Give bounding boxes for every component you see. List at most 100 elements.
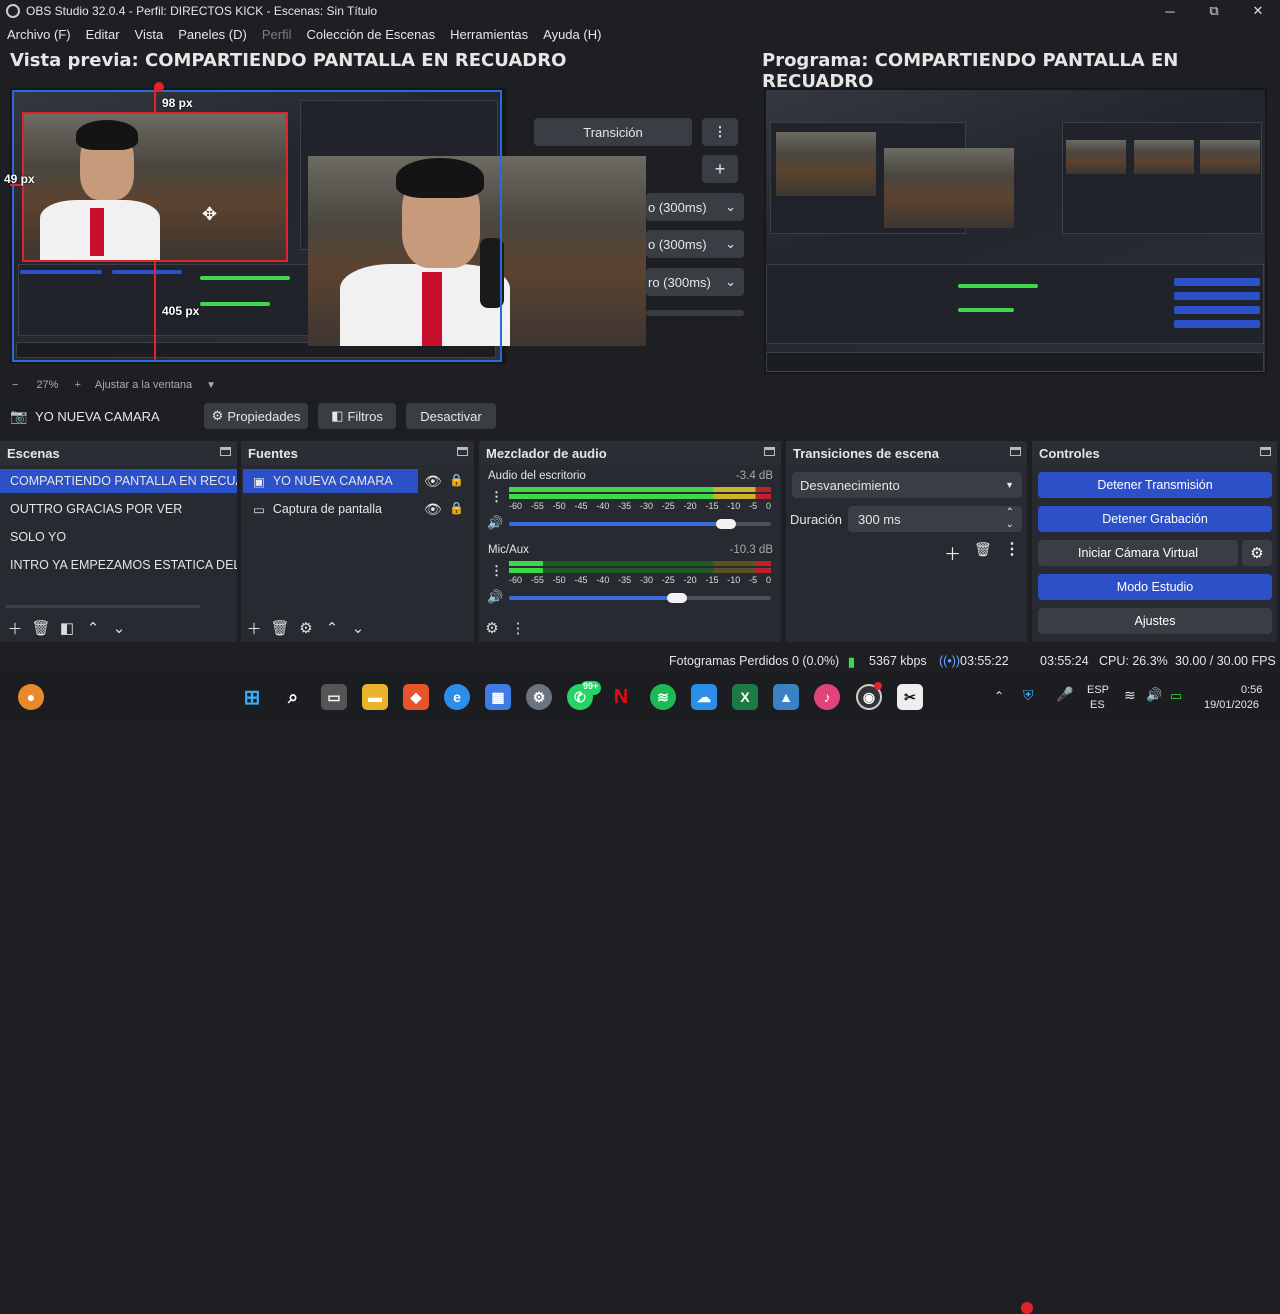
deactivate-button[interactable]: Desactivar	[406, 403, 496, 429]
menu-paneles[interactable]: Paneles (D)	[178, 27, 247, 42]
trash-icon[interactable]: 🗑	[28, 619, 54, 637]
caret-down-icon[interactable]: ▼	[206, 380, 216, 391]
excel-icon[interactable]: X	[732, 684, 758, 710]
onedrive-icon[interactable]: ☁	[691, 684, 717, 710]
undock-icon[interactable]	[457, 447, 468, 456]
wifi-icon[interactable]: ≋	[1124, 687, 1136, 704]
undock-icon[interactable]	[1260, 447, 1271, 456]
speaker-icon[interactable]: 🔊	[487, 589, 503, 605]
undock-icon[interactable]	[764, 447, 775, 456]
fit-window-label[interactable]: Ajustar a la ventana	[95, 379, 192, 391]
virtual-camera-button[interactable]: Iniciar Cámara Virtual	[1038, 540, 1238, 566]
filters-button[interactable]: ◧ Filtros	[318, 403, 396, 429]
language-indicator[interactable]: ESP	[1087, 684, 1109, 696]
kebab-icon[interactable]: ⋮	[490, 563, 503, 579]
shield-icon[interactable]: ⛨	[1023, 687, 1034, 704]
scene-item[interactable]: INTRO YA EMPEZAMOS ESTATICA DEL CA	[0, 553, 237, 577]
lock-icon[interactable]: 🔒	[449, 501, 464, 515]
store-icon[interactable]: ▦	[485, 684, 511, 710]
chevron-down-icon[interactable]: ⌄	[345, 619, 371, 637]
chevron-up-icon[interactable]: ⌃	[994, 689, 1004, 703]
quick-transition-2[interactable]: o (300ms) ⌄	[646, 230, 744, 258]
menu-vista[interactable]: Vista	[135, 27, 164, 42]
menu-perfil[interactable]: Perfil	[262, 27, 292, 42]
settings-button[interactable]: Ajustes	[1038, 608, 1272, 634]
studio-mode-button[interactable]: Modo Estudio	[1038, 574, 1272, 600]
chevron-down-icon[interactable]: ⌄	[106, 619, 132, 637]
photos-icon[interactable]: ▲	[773, 684, 799, 710]
brave-icon[interactable]: ◆	[403, 684, 429, 710]
capcut-icon[interactable]: ✂	[897, 684, 923, 710]
search-icon[interactable]: ⌕	[280, 684, 306, 710]
add-icon[interactable]: ＋	[2, 618, 28, 639]
source-item[interactable]: ▣ YO NUEVA CAMARA	[243, 469, 418, 493]
clock-date[interactable]: 19/01/2026	[1204, 699, 1259, 711]
volume-handle[interactable]	[716, 519, 737, 529]
eye-icon[interactable]: 👁	[424, 473, 442, 490]
add-quick-transition-button[interactable]: +	[702, 155, 738, 183]
scenes-scrollbar[interactable]	[6, 605, 200, 608]
clock-time[interactable]: 0:56	[1241, 684, 1262, 696]
transition-select[interactable]: Desvanecimiento ▼	[792, 472, 1022, 498]
kebab-icon[interactable]: ⋮	[1004, 539, 1020, 559]
spotify-icon[interactable]: ≋	[650, 684, 676, 710]
advanced-audio-icon[interactable]: ⚙	[479, 619, 505, 637]
stepper-icon[interactable]: ⌃ ⌄	[1006, 507, 1014, 531]
kebab-icon[interactable]: ⋮	[490, 489, 503, 505]
trash-icon[interactable]: 🗑	[974, 541, 992, 558]
menu-coleccion-escenas[interactable]: Colección de Escenas	[306, 27, 435, 42]
settings-icon[interactable]: ⚙	[526, 684, 552, 710]
close-button[interactable]: ✕	[1236, 0, 1280, 22]
stop-record-button[interactable]: Detener Grabación	[1038, 506, 1272, 532]
transition-menu-button[interactable]: ⋮	[702, 118, 738, 146]
speaker-icon[interactable]: 🔊	[487, 515, 503, 531]
eye-icon[interactable]: 👁	[424, 501, 442, 518]
microphone-icon[interactable]: 🎤	[1056, 686, 1073, 703]
chevron-up-icon[interactable]: ⌃	[319, 619, 345, 637]
transition-button[interactable]: Transición	[534, 118, 692, 146]
minimize-button[interactable]: ─	[1148, 0, 1192, 22]
task-view-icon[interactable]: ▭	[321, 684, 347, 710]
menu-editar[interactable]: Editar	[86, 27, 120, 42]
resize-handle[interactable]	[154, 82, 164, 92]
add-icon[interactable]: ＋	[944, 540, 961, 565]
maximize-button[interactable]: ⧉	[1192, 0, 1236, 22]
properties-button[interactable]: ⚙ Propiedades	[204, 403, 308, 429]
scene-item[interactable]: OUTTRO GRACIAS POR VER	[0, 497, 237, 521]
flame-app-icon[interactable]: ●	[18, 684, 44, 710]
undock-icon[interactable]	[220, 447, 231, 456]
lock-icon[interactable]: 🔒	[449, 473, 464, 487]
scene-item[interactable]: COMPARTIENDO PANTALLA EN RECUADRO	[0, 469, 237, 493]
edge-icon[interactable]: e	[444, 684, 470, 710]
filter-icon[interactable]: ◧	[54, 619, 80, 637]
trash-icon[interactable]: 🗑	[267, 619, 293, 637]
quick-transition-1[interactable]: o (300ms) ⌄	[646, 193, 744, 221]
zoom-out-button[interactable]: −	[12, 379, 18, 391]
virtual-camera-settings-button[interactable]: ⚙	[1242, 540, 1272, 566]
volume-handle[interactable]	[666, 593, 687, 603]
volume-slider[interactable]	[509, 519, 771, 529]
kebab-icon[interactable]: ⋮	[505, 619, 531, 637]
selection-box[interactable]	[22, 112, 288, 262]
battery-icon[interactable]: ▭	[1170, 688, 1182, 704]
undock-icon[interactable]	[1010, 447, 1021, 456]
folder-icon[interactable]: ▬	[362, 684, 388, 710]
duration-field[interactable]: 300 ms ⌃ ⌄	[848, 506, 1022, 532]
music-icon[interactable]: ♪	[814, 684, 840, 710]
volume-icon[interactable]: 🔊	[1146, 687, 1162, 703]
preview-canvas[interactable]: 98 px 49 px 405 px ✥	[4, 82, 646, 364]
netflix-icon[interactable]: N	[608, 684, 634, 710]
gear-icon[interactable]: ⚙	[293, 619, 319, 637]
menu-ayuda[interactable]: Ayuda (H)	[543, 27, 601, 42]
zoom-in-button[interactable]: +	[74, 379, 80, 391]
scene-item[interactable]: SOLO YO	[0, 525, 237, 549]
menu-archivo[interactable]: Archivo (F)	[7, 27, 71, 42]
add-icon[interactable]: ＋	[241, 618, 267, 639]
source-item[interactable]: ▭ Captura de pantalla	[243, 497, 418, 521]
volume-slider[interactable]	[509, 593, 771, 603]
mid-scrollbar[interactable]	[646, 310, 744, 316]
stop-stream-button[interactable]: Detener Transmisión	[1038, 472, 1272, 498]
menu-herramientas[interactable]: Herramientas	[450, 27, 528, 42]
quick-transition-3[interactable]: ro (300ms) ⌄	[646, 268, 744, 296]
windows-start-icon[interactable]: ⊞	[239, 684, 265, 710]
